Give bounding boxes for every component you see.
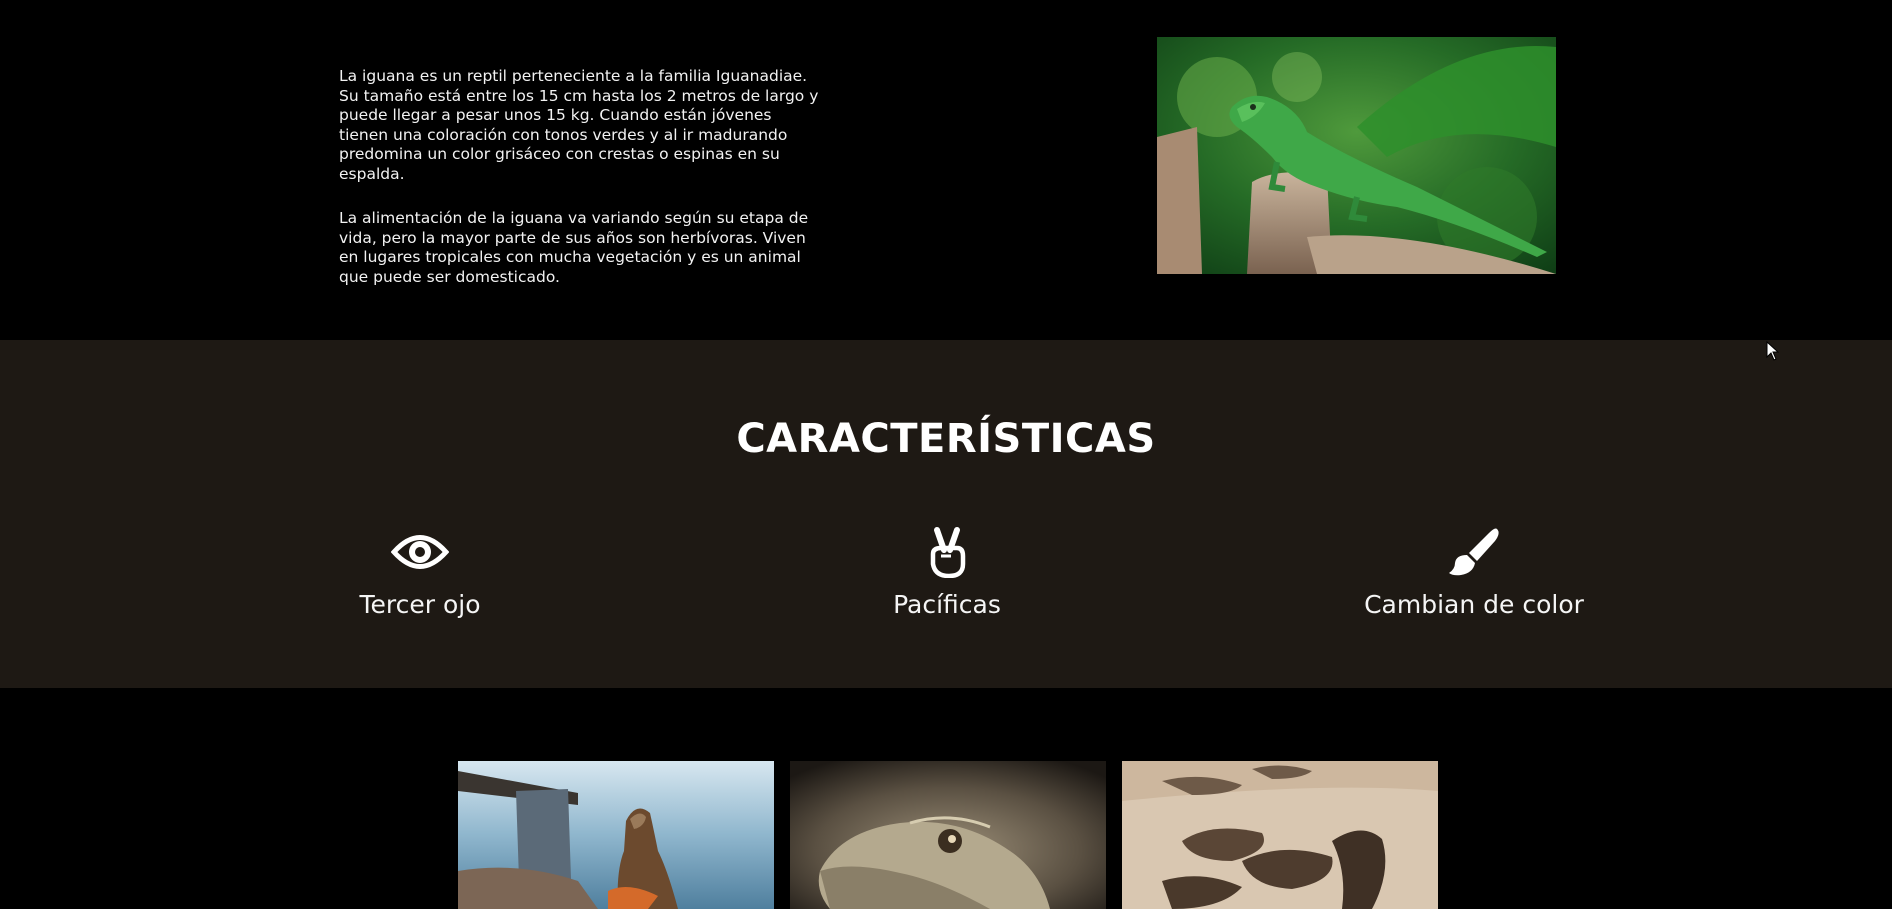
feature-tercer-ojo: Tercer ojo: [220, 526, 620, 619]
intro-text: La iguana es un reptil perteneciente a l…: [339, 67, 824, 287]
gallery-image-iguana-head-closeup[interactable]: [790, 761, 1106, 909]
mouse-cursor-icon: [1766, 340, 1780, 365]
feature-label: Tercer ojo: [359, 590, 481, 619]
green-iguana-image: [1157, 37, 1556, 274]
intro-section: La iguana es un reptil perteneciente a l…: [0, 0, 1892, 340]
feature-cambian-de-color: Cambian de color: [1274, 526, 1674, 619]
feature-pacificas: Pacíficas: [747, 526, 1147, 619]
features-section: CARACTERÍSTICAS Tercer ojo Pacíficas Cam…: [0, 340, 1892, 688]
gallery-image-iguanas-on-sand[interactable]: [1122, 761, 1438, 909]
gallery-image-iguana-by-sea[interactable]: [458, 761, 774, 909]
gallery-section: [0, 688, 1892, 909]
eye-icon: [220, 526, 620, 578]
peace-hand-icon: [747, 526, 1147, 578]
green-iguana-photo: [1157, 37, 1556, 274]
intro-paragraph-2: La alimentación de la iguana va variando…: [339, 209, 809, 286]
features-title: CARACTERÍSTICAS: [736, 416, 1156, 462]
feature-label: Cambian de color: [1364, 590, 1584, 619]
intro-paragraph-1: La iguana es un reptil perteneciente a l…: [339, 67, 819, 183]
paint-brush-icon: [1274, 526, 1674, 578]
feature-label: Pacíficas: [893, 590, 1001, 619]
